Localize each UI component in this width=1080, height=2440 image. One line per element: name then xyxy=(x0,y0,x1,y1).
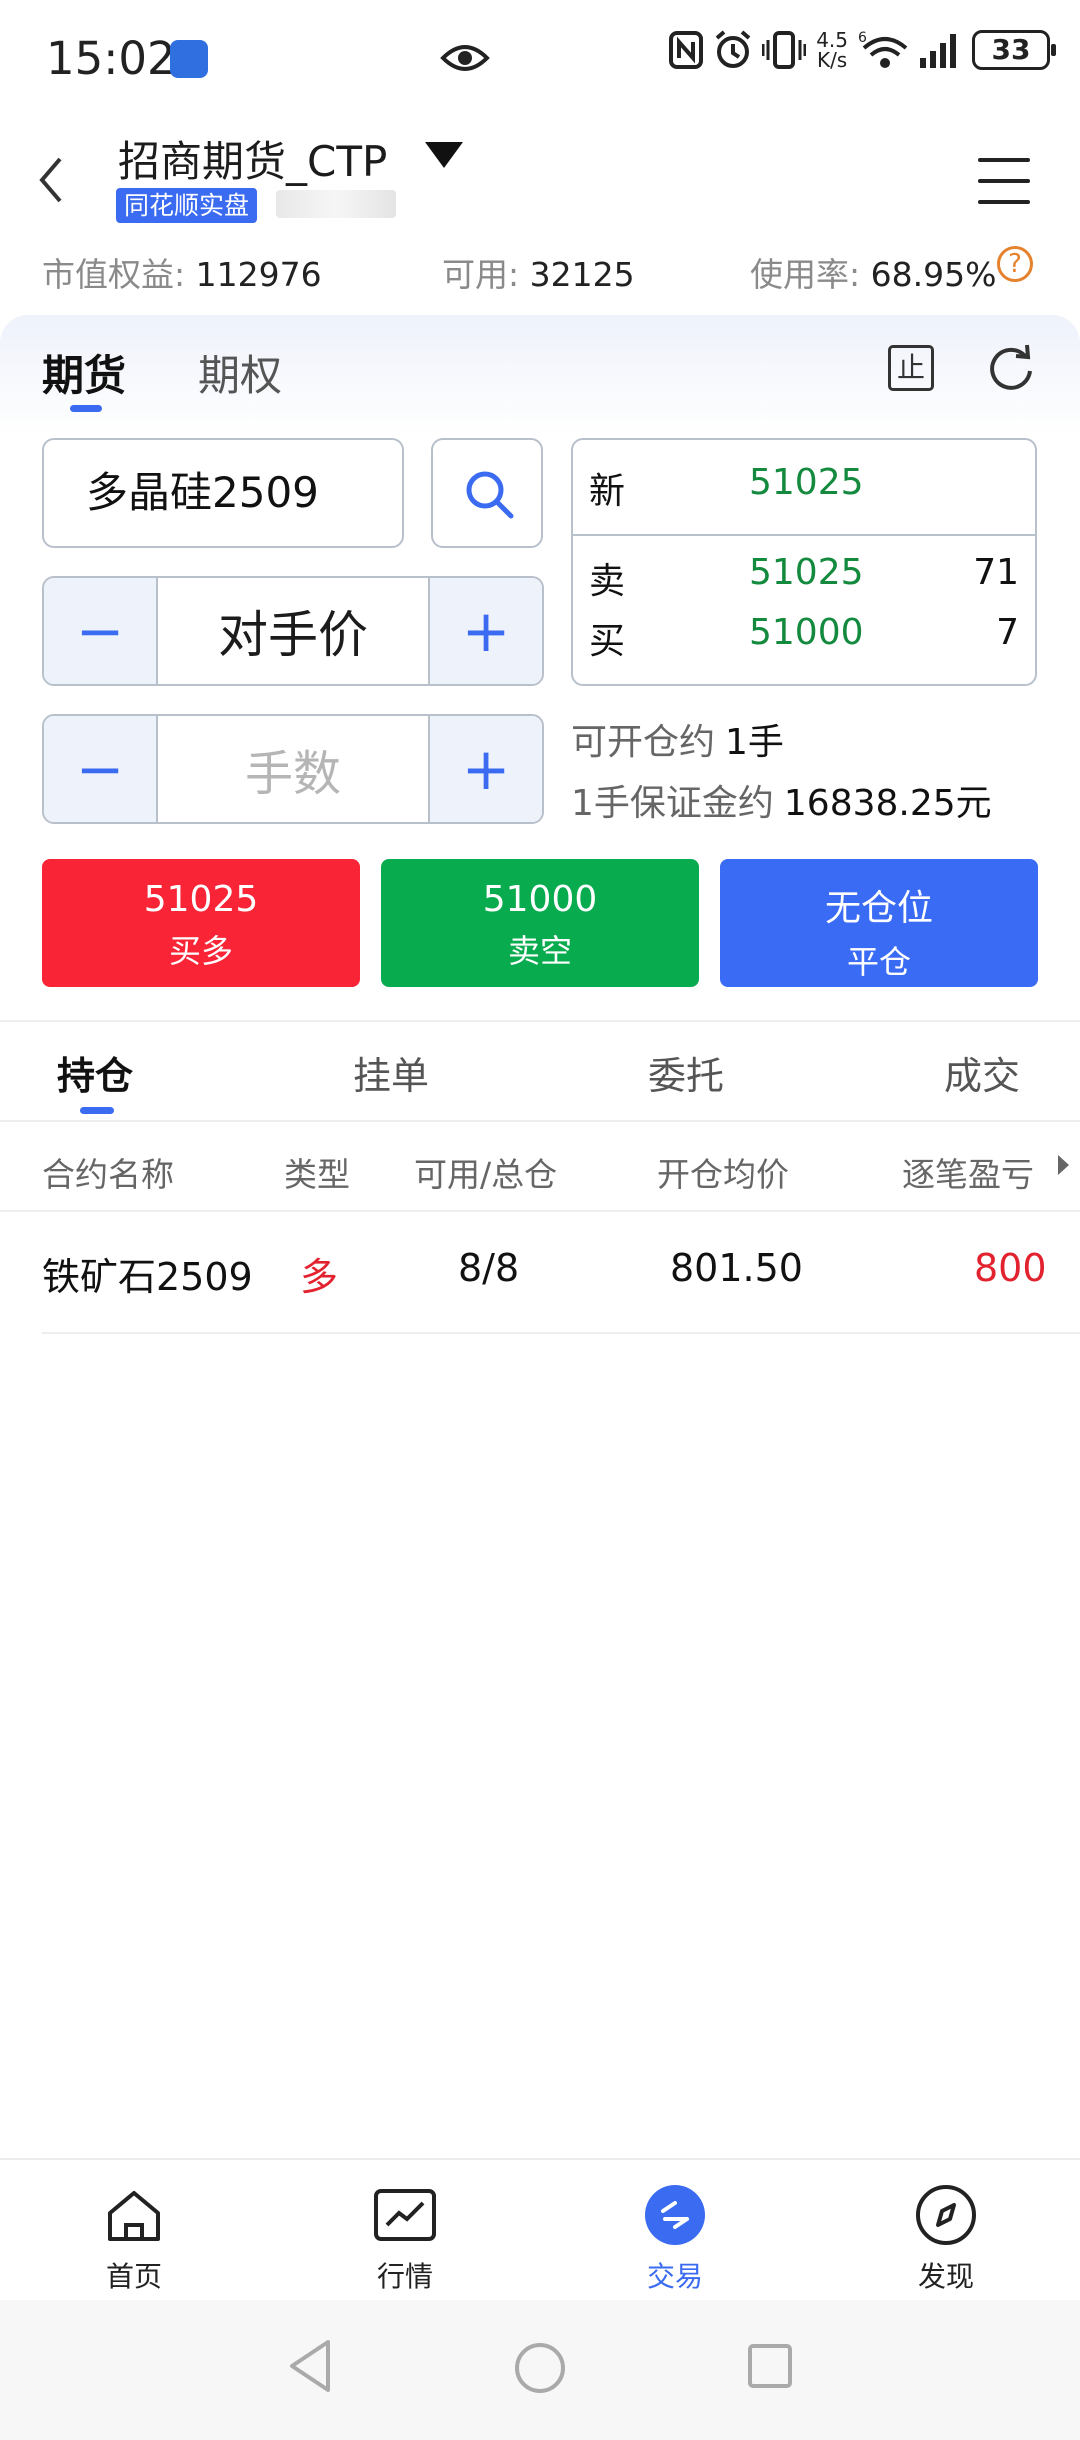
trade-icon xyxy=(645,2185,705,2245)
column-header-avail-total: 可用/总仓 xyxy=(414,1155,558,1194)
price-type-selector[interactable]: 对手价 xyxy=(156,578,430,684)
tab-trades[interactable]: 成交 xyxy=(944,1045,1020,1100)
network-speed: 4.5 K/s xyxy=(816,28,848,72)
bid-row[interactable]: 买 51000 7 xyxy=(589,612,1019,664)
vibrate-icon xyxy=(762,31,807,69)
position-pnl: 800 xyxy=(974,1246,1047,1290)
status-icons: 4.5 K/s 6 33 xyxy=(668,28,1056,72)
dropdown-arrow-icon[interactable] xyxy=(425,142,463,168)
buy-long-button[interactable]: 51025 买多 xyxy=(42,859,360,987)
nav-trade[interactable]: 交易 xyxy=(605,2185,745,2295)
divider xyxy=(0,1020,1080,1022)
tab-positions[interactable]: 持仓 xyxy=(57,1045,133,1100)
tab-options[interactable]: 期权 xyxy=(198,342,282,403)
column-header-avg-price: 开仓均价 xyxy=(657,1155,789,1194)
nav-market[interactable]: 行情 xyxy=(335,2185,475,2295)
account-type-tag: 同花顺实盘 xyxy=(116,188,258,223)
column-header-type: 类型 xyxy=(284,1155,350,1194)
help-icon[interactable]: ? xyxy=(997,246,1033,282)
home-icon xyxy=(108,2191,160,2241)
tab-active-indicator xyxy=(70,405,102,412)
sell-short-button[interactable]: 51000 卖空 xyxy=(381,859,699,987)
system-recents-icon[interactable] xyxy=(746,2342,794,2390)
refresh-icon[interactable] xyxy=(986,343,1036,397)
eye-icon xyxy=(440,38,490,82)
column-header-pnl: 逐笔盈亏 xyxy=(902,1155,1034,1194)
system-back-icon[interactable] xyxy=(286,2338,334,2394)
table-row-divider xyxy=(42,1332,1080,1334)
alarm-icon xyxy=(715,30,751,68)
nav-home[interactable]: 首页 xyxy=(64,2185,204,2295)
nav-discover[interactable]: 发现 xyxy=(876,2185,1016,2295)
svg-text:6: 6 xyxy=(858,30,867,46)
usage-summary: 使用率: 68.95% xyxy=(750,255,997,294)
column-header-contract: 合约名称 xyxy=(42,1155,174,1194)
equity-summary: 市值权益: 112976 xyxy=(42,255,322,294)
signal-icon xyxy=(920,34,956,68)
status-bar: 15:02 4.5 K/s 6 33 xyxy=(0,0,1080,120)
battery-icon: 33 xyxy=(972,30,1056,70)
openable-info: 可开仓约 1手 xyxy=(571,722,784,763)
system-nav-bar xyxy=(0,2300,1080,2440)
tab-pending-orders[interactable]: 挂单 xyxy=(353,1045,429,1100)
nfc-icon xyxy=(669,31,704,69)
menu-icon[interactable] xyxy=(978,158,1030,221)
contract-input[interactable]: 多晶硅2509 xyxy=(42,438,404,548)
wifi-icon: 6 xyxy=(858,30,908,68)
position-contract[interactable]: 铁矿石2509 xyxy=(42,1246,253,1301)
account-id-blurred xyxy=(276,190,396,218)
qty-plus-button[interactable]: + xyxy=(430,716,542,822)
available-summary: 可用: 32125 xyxy=(442,255,635,294)
chart-icon xyxy=(374,2189,436,2241)
app-notification-icon xyxy=(170,40,208,78)
price-plus-button[interactable]: + xyxy=(430,578,542,684)
stop-order-icon[interactable]: 止 xyxy=(888,345,934,391)
broker-name[interactable]: 招商期货_CTP xyxy=(118,128,387,189)
quantity-stepper: − 手数 + xyxy=(42,714,544,824)
status-time: 15:02 xyxy=(46,32,176,85)
latest-price-row: 新 51025 xyxy=(589,462,864,512)
quote-panel: 新 51025 卖 51025 71 买 51000 7 xyxy=(571,438,1037,686)
price-stepper: − 对手价 + xyxy=(42,576,544,686)
subtab-active-indicator xyxy=(80,1107,114,1114)
back-icon[interactable] xyxy=(36,155,66,209)
close-position-button[interactable]: 无仓位 平仓 xyxy=(720,859,1038,987)
price-minus-button[interactable]: − xyxy=(44,578,156,684)
tab-futures[interactable]: 期货 xyxy=(42,342,126,403)
tab-orders[interactable]: 委托 xyxy=(648,1045,724,1100)
divider xyxy=(0,1210,1080,1212)
system-home-icon[interactable] xyxy=(512,2340,568,2396)
compass-icon xyxy=(916,2185,976,2245)
margin-info: 1手保证金约 16838.25元 xyxy=(571,783,992,824)
divider xyxy=(0,1120,1080,1122)
position-avail-total: 8/8 xyxy=(458,1246,520,1290)
qty-minus-button[interactable]: − xyxy=(44,716,156,822)
quantity-input[interactable]: 手数 xyxy=(156,716,430,822)
bottom-nav: 首页 行情 交易 发现 xyxy=(0,2158,1080,2298)
position-type: 多 xyxy=(300,1255,339,1299)
search-icon xyxy=(466,471,514,519)
search-button[interactable] xyxy=(431,438,543,548)
position-avg-price: 801.50 xyxy=(670,1246,803,1290)
quote-divider xyxy=(573,534,1035,536)
scroll-right-icon[interactable] xyxy=(1058,1155,1069,1175)
ask-row[interactable]: 卖 51025 71 xyxy=(589,552,1019,604)
